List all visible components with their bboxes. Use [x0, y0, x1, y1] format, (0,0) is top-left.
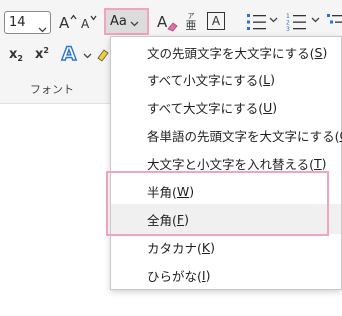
menu-item-close-paren: ) — [270, 71, 275, 87]
svg-text:A: A — [59, 14, 70, 32]
menu-item-katakana[interactable]: カタカナ(K) — [111, 232, 341, 262]
menu-item-close-paren: ) — [321, 155, 327, 171]
menu-item-label: 半角( — [147, 184, 177, 200]
ribbon-divider — [0, 103, 110, 104]
menu-item-accel-key: T — [314, 155, 322, 171]
subscript-glyph: x — [9, 46, 18, 62]
menu-item-label: すべて大文字にする( — [147, 100, 264, 116]
furigana-icon[interactable]: ア 亜 — [182, 10, 200, 34]
character-border-icon[interactable]: A — [207, 12, 225, 30]
svg-text:A: A — [81, 17, 90, 31]
clear-formatting-icon[interactable]: A — [156, 11, 178, 33]
subscript-icon[interactable]: x 2 — [6, 44, 26, 64]
menu-item-close-paren: ) — [205, 267, 211, 283]
menu-item-capitalize-each-word[interactable]: 各単語の先頭文字を大文字にする(C) — [111, 120, 342, 150]
menu-item-close-paren: ) — [189, 183, 195, 199]
multilevel-list-icon[interactable] — [326, 11, 342, 33]
menu-item-close-paren: ) — [210, 239, 215, 255]
chevron-down-icon[interactable] — [38, 18, 47, 37]
menu-item-label: 全角( — [147, 212, 177, 228]
menu-item-accel-key: K — [201, 239, 211, 255]
bullets-icon[interactable] — [246, 11, 268, 33]
highlight-color-icon[interactable] — [96, 44, 110, 64]
menu-item-close-paren: ) — [322, 44, 328, 60]
menu-item-label: 文の先頭文字を大文字にする( — [147, 45, 315, 61]
chevron-down-icon[interactable] — [310, 15, 320, 25]
font-size-combobox[interactable]: 14 — [4, 11, 51, 34]
change-case-button[interactable]: Aa — [104, 8, 149, 35]
menu-item-hiragana[interactable]: ひらがな(I) — [111, 260, 341, 290]
menu-item-accel-key: S — [314, 44, 323, 60]
superscript-glyph: x — [35, 46, 44, 62]
text-effects-glyph: A — [61, 42, 77, 65]
change-case-menu: 文の先頭文字を大文字にする(S) すべて小文字にする(L) すべて大文字にする(… — [110, 36, 342, 290]
menu-item-toggle-case[interactable]: 大文字と小文字を入れ替える(T) — [111, 148, 341, 178]
superscript-icon[interactable]: x 2 — [32, 44, 52, 64]
chevron-down-icon[interactable] — [82, 51, 92, 61]
menu-item-accel-key: U — [263, 99, 273, 115]
change-case-label: Aa — [110, 14, 127, 29]
menu-item-half-width[interactable]: 半角(W) — [111, 176, 341, 206]
menu-item-uppercase[interactable]: すべて大文字にする(U) — [111, 92, 341, 122]
menu-item-accel-key: F — [176, 211, 185, 227]
menu-item-lowercase[interactable]: すべて小文字にする(L) — [111, 64, 341, 94]
furigana-glyph-main: 亜 — [185, 19, 197, 32]
grow-font-icon[interactable]: A — [58, 11, 78, 33]
svg-text:3: 3 — [286, 26, 290, 32]
chevron-down-icon — [130, 12, 139, 31]
character-border-glyph: A — [211, 14, 221, 28]
menu-item-label: 大文字と小文字を入れ替える( — [147, 156, 315, 172]
menu-item-close-paren: ) — [272, 99, 278, 115]
menu-item-accel-key: W — [176, 183, 190, 199]
document-area — [0, 290, 342, 316]
menu-item-sentence-case[interactable]: 文の先頭文字を大文字にする(S) — [111, 37, 341, 67]
menu-item-accel-key: L — [263, 71, 271, 87]
menu-item-label: カタカナ( — [147, 240, 202, 256]
numbering-icon[interactable]: 1 2 3 — [286, 11, 308, 33]
subscript-mark: 2 — [17, 53, 23, 63]
font-size-value: 14 — [9, 15, 26, 30]
svg-text:A: A — [157, 13, 168, 31]
menu-item-close-paren: ) — [184, 211, 189, 227]
shrink-font-icon[interactable]: A — [80, 11, 100, 33]
text-effects-icon[interactable]: A — [58, 42, 80, 66]
menu-item-label: すべて小文字にする( — [147, 72, 264, 88]
menu-item-label: 各単語の先頭文字を大文字にする( — [147, 128, 340, 144]
font-group-label: フォント — [30, 83, 74, 96]
superscript-mark: 2 — [43, 45, 49, 55]
menu-item-full-width[interactable]: 全角(F) — [111, 204, 341, 234]
menu-item-label: ひらがな( — [147, 268, 202, 284]
chevron-down-icon[interactable] — [268, 15, 278, 25]
